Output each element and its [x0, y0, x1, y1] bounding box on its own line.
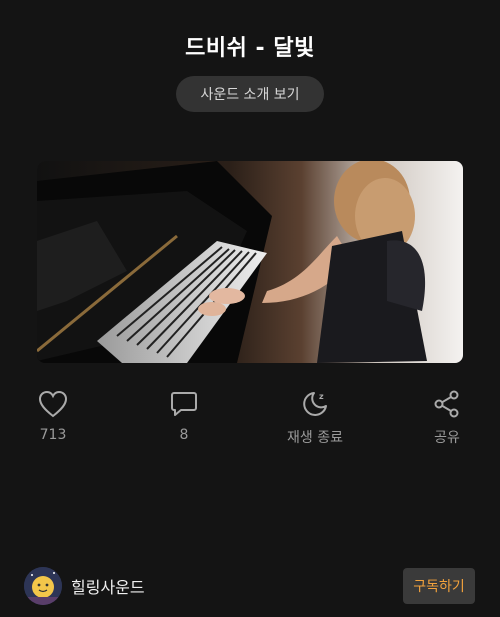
subscribe-button[interactable]: 구독하기: [403, 568, 475, 604]
page-title: 드비쉬 - 달빛: [185, 36, 315, 61]
channel-info[interactable]: 힐링사운드: [24, 566, 145, 606]
sleep-timer-label: 재생 종료: [287, 430, 343, 446]
channel-avatar: [24, 567, 62, 605]
share-icon: [431, 388, 463, 420]
action-bar: 713 8 z 재생 종료 공유: [0, 388, 500, 448]
svg-text:z: z: [319, 392, 324, 401]
comment-count: 8: [179, 427, 189, 443]
channel-name: 힐링사운드: [71, 578, 145, 597]
comment-icon: [168, 388, 200, 420]
share-button[interactable]: 공유: [397, 388, 497, 447]
comment-button[interactable]: 8: [134, 388, 234, 443]
like-count: 713: [39, 427, 67, 443]
video-thumbnail[interactable]: [37, 161, 463, 363]
heart-icon: [37, 388, 69, 420]
sleep-timer-button[interactable]: z 재생 종료: [265, 388, 365, 447]
share-label: 공유: [434, 430, 460, 446]
sleep-moon-icon: z: [299, 388, 331, 420]
sound-intro-button[interactable]: 사운드 소개 보기: [176, 76, 324, 112]
like-button[interactable]: 713: [3, 388, 103, 443]
